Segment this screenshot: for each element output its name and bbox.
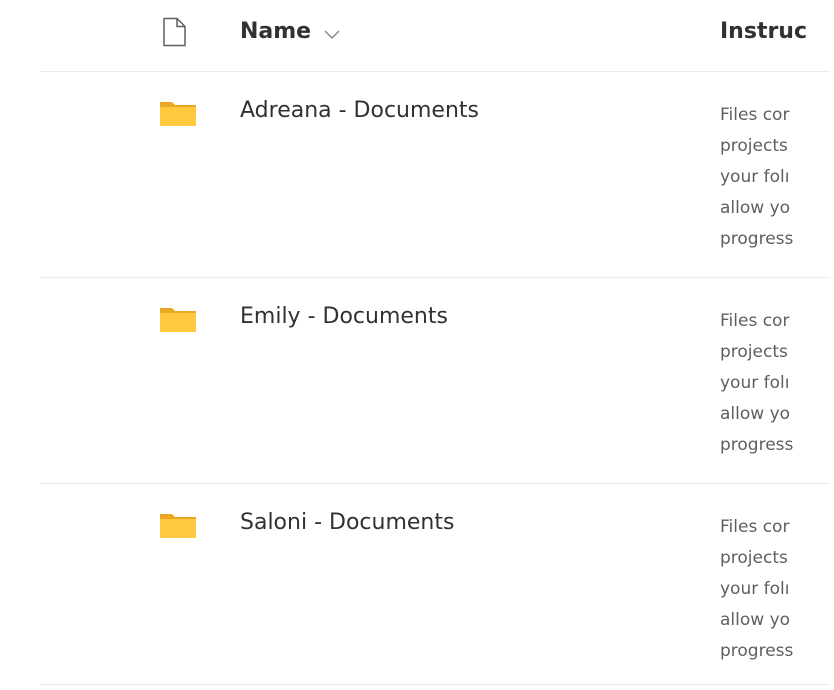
- column-header-row: Name Instruc: [0, 0, 834, 70]
- row-divider: [40, 684, 830, 685]
- folder-icon: [158, 304, 198, 334]
- instructions-cell: Files cor projects your folı allow yo pr…: [720, 100, 806, 255]
- description-line: progress: [720, 229, 794, 249]
- description-line: your folı: [720, 373, 790, 393]
- folder-icon: [158, 510, 198, 540]
- description-line: progress: [720, 641, 794, 661]
- table-row[interactable]: Emily - Documents Files cor projects you…: [0, 278, 834, 484]
- folder-icon: [158, 98, 198, 128]
- description-line: your folı: [720, 167, 790, 187]
- description-line: Files cor: [720, 105, 790, 125]
- description-line: progress: [720, 435, 794, 455]
- chevron-down-icon[interactable]: [323, 25, 341, 39]
- description-line: your folı: [720, 579, 790, 599]
- description-line: Files cor: [720, 517, 790, 537]
- description-line: allow yo: [720, 198, 791, 218]
- description-line: Files cor: [720, 311, 790, 331]
- instructions-cell: Files cor projects your folı allow yo pr…: [720, 306, 806, 461]
- folder-name-link[interactable]: Saloni - Documents: [240, 510, 454, 535]
- folder-name-link[interactable]: Adreana - Documents: [240, 98, 479, 123]
- file-list: Name Instruc Adreana - Documents Files c…: [0, 0, 834, 687]
- description-line: allow yo: [720, 404, 791, 424]
- document-icon[interactable]: [160, 17, 190, 47]
- description-line: allow yo: [720, 610, 791, 630]
- name-column-header[interactable]: Name: [240, 15, 341, 47]
- folder-name-link[interactable]: Emily - Documents: [240, 304, 448, 329]
- table-row[interactable]: Adreana - Documents Files cor projects y…: [0, 72, 834, 278]
- description-line: projects: [720, 342, 788, 362]
- name-column-label: Name: [240, 18, 312, 44]
- instructions-column-header[interactable]: Instruc: [720, 15, 806, 47]
- description-line: projects: [720, 136, 788, 156]
- instructions-cell: Files cor projects your folı allow yo pr…: [720, 512, 806, 667]
- table-row[interactable]: Saloni - Documents Files cor projects yo…: [0, 484, 834, 690]
- description-line: projects: [720, 548, 788, 568]
